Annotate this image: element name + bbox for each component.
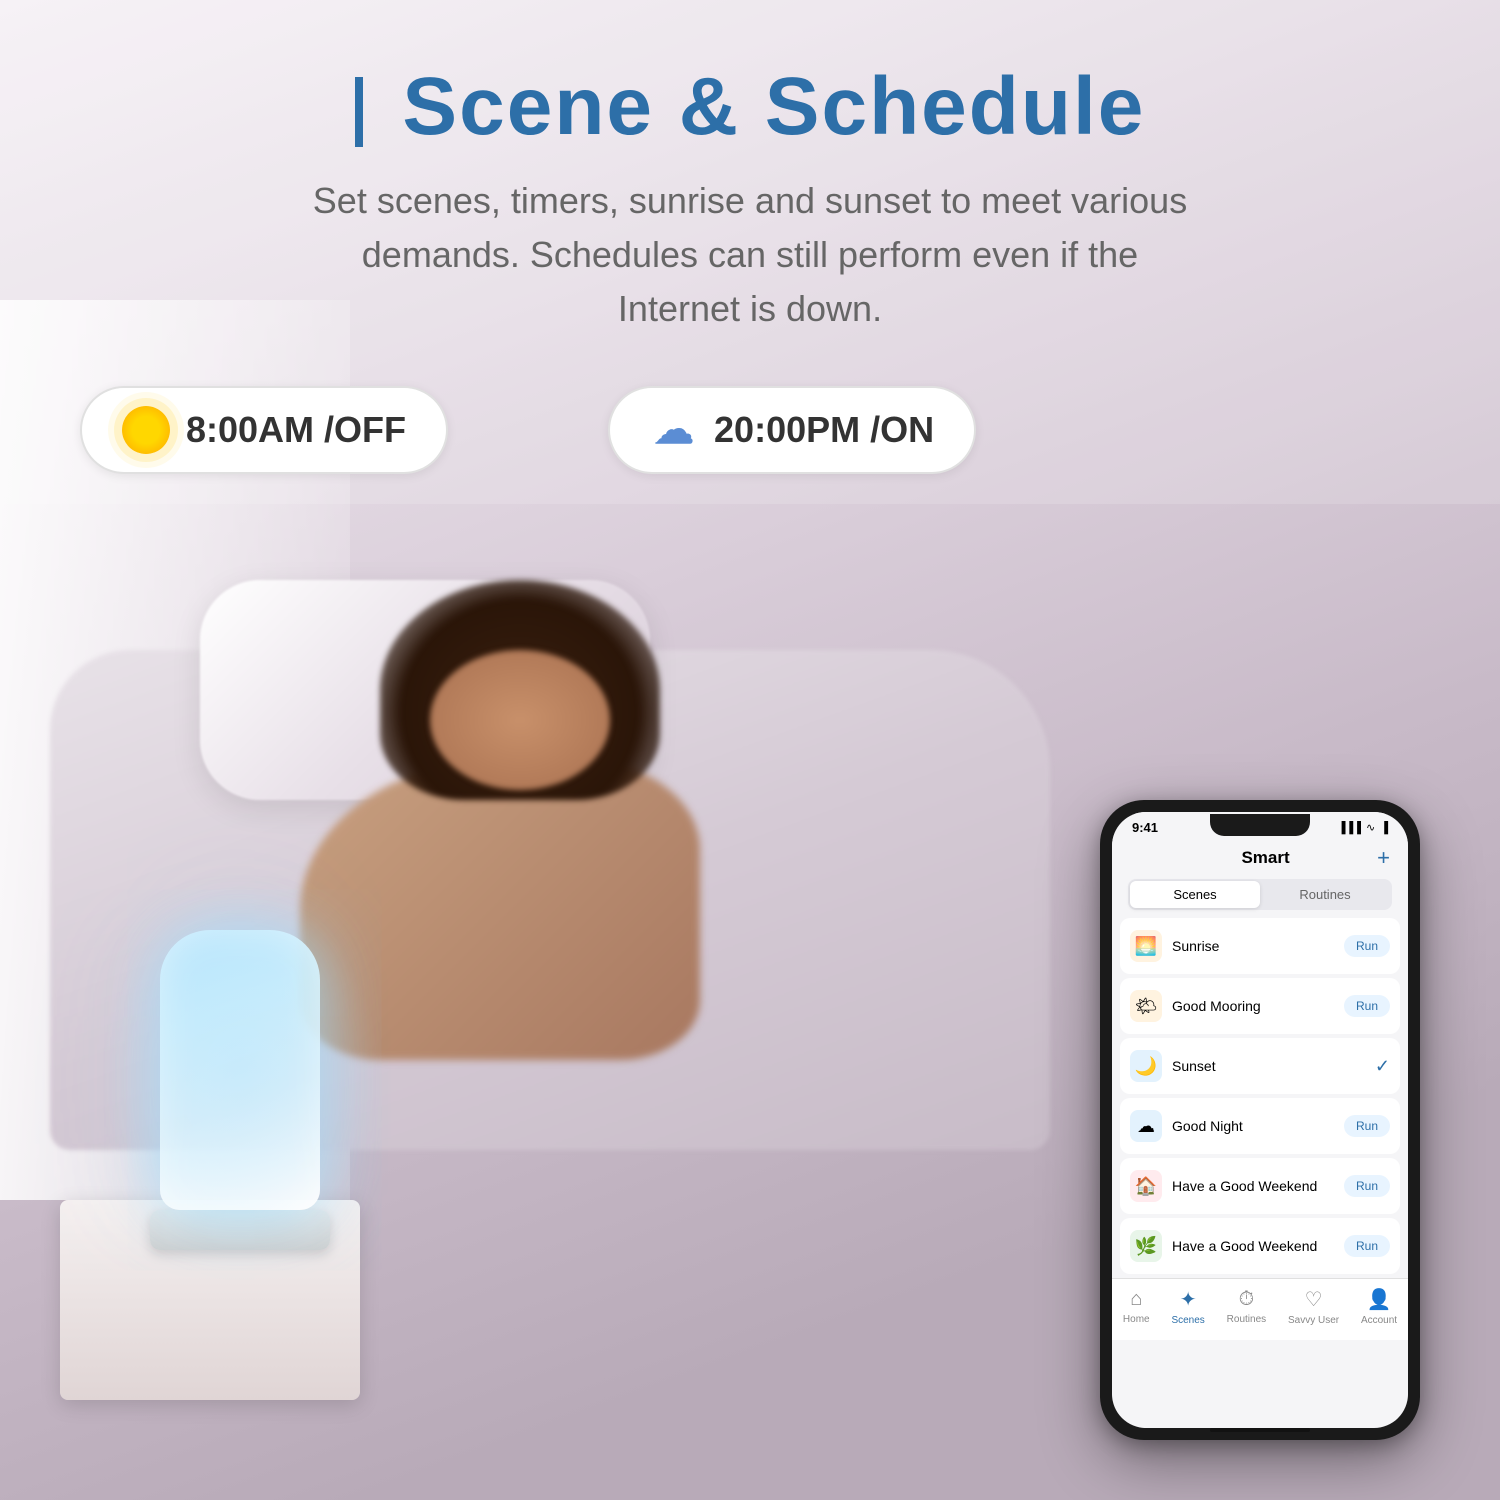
run-button-good-night[interactable]: Run xyxy=(1344,1115,1390,1137)
nav-account[interactable]: 👤 Account xyxy=(1361,1287,1397,1326)
scene-item-good-weekend-1[interactable]: 🏠 Have a Good Weekend Run xyxy=(1120,1158,1400,1214)
app-tabs: Scenes Routines xyxy=(1128,879,1392,910)
nav-routines[interactable]: ⏱ Routines xyxy=(1227,1288,1266,1325)
app-bottom-nav: ⌂ Home ✦ Scenes ⏱ Routines ♡ Savvy User … xyxy=(1112,1278,1408,1340)
schedule-morning-label: 8:00AM /OFF xyxy=(186,409,406,451)
lamp-base xyxy=(150,1210,330,1250)
scene-name-sunrise: Sunrise xyxy=(1172,938,1344,954)
scene-item-good-weekend-2[interactable]: 🌿 Have a Good Weekend Run xyxy=(1120,1218,1400,1274)
tab-scenes[interactable]: Scenes xyxy=(1130,881,1260,908)
phone-container: 9:41 ▐▐▐ ∿ ▐ Smart + Scenes Routines xyxy=(1100,800,1420,1440)
scene-item-good-night[interactable]: ☁ Good Night Run xyxy=(1120,1098,1400,1154)
battery-icon: ▐ xyxy=(1380,822,1388,834)
account-nav-icon: 👤 xyxy=(1367,1287,1392,1312)
tab-routines[interactable]: Routines xyxy=(1260,881,1390,908)
add-button[interactable]: + xyxy=(1377,845,1390,871)
status-time: 9:41 xyxy=(1132,820,1158,835)
home-indicator xyxy=(1210,1428,1310,1432)
scene-name-good-morning: Good Mooring xyxy=(1172,998,1344,1014)
scene-icon-sunset: 🌙 xyxy=(1130,1050,1162,1082)
schedule-badge-evening: ☁ 20:00PM /ON xyxy=(608,386,976,474)
check-icon-sunset: ✓ xyxy=(1375,1056,1390,1077)
smart-lamp xyxy=(160,930,330,1250)
scene-name-good-night: Good Night xyxy=(1172,1118,1344,1134)
routines-nav-icon: ⏱ xyxy=(1239,1288,1255,1311)
scene-icon-good-weekend-2: 🌿 xyxy=(1130,1230,1162,1262)
account-nav-label: Account xyxy=(1361,1315,1397,1326)
scene-name-good-weekend-2: Have a Good Weekend xyxy=(1172,1238,1344,1254)
scenes-nav-label: Scenes xyxy=(1171,1315,1204,1326)
run-button-good-morning[interactable]: Run xyxy=(1344,995,1390,1017)
scene-name-good-weekend-1: Have a Good Weekend xyxy=(1172,1178,1344,1194)
routines-nav-label: Routines xyxy=(1227,1314,1266,1325)
scene-list: 🌅 Sunrise Run 🌤 Good Mooring Run 🌙 Sunse… xyxy=(1112,918,1408,1278)
wifi-icon: ∿ xyxy=(1366,821,1375,834)
app-title: Smart xyxy=(1154,848,1377,868)
lamp-body xyxy=(160,930,320,1210)
schedule-evening-label: 20:00PM /ON xyxy=(714,409,934,451)
nav-scenes[interactable]: ✦ Scenes xyxy=(1171,1287,1204,1326)
scenes-nav-icon: ✦ xyxy=(1180,1287,1197,1312)
signal-icon: ▐▐▐ xyxy=(1338,822,1361,834)
phone-notch xyxy=(1210,814,1310,836)
phone-mockup: 9:41 ▐▐▐ ∿ ▐ Smart + Scenes Routines xyxy=(1100,800,1420,1440)
sun-icon xyxy=(122,406,170,454)
home-nav-icon: ⌂ xyxy=(1130,1288,1142,1311)
page-title: Scene & Schedule xyxy=(80,60,1420,154)
moon-cloud-icon: ☁ xyxy=(650,406,698,454)
scene-icon-good-morning: 🌤 xyxy=(1130,990,1162,1022)
savvy-user-nav-icon: ♡ xyxy=(1305,1287,1323,1312)
app-header: Smart + xyxy=(1112,839,1408,879)
header-section: Scene & Schedule Set scenes, timers, sun… xyxy=(0,0,1500,504)
nav-savvy-user[interactable]: ♡ Savvy User xyxy=(1288,1287,1339,1326)
scene-item-good-morning[interactable]: 🌤 Good Mooring Run xyxy=(1120,978,1400,1034)
nav-home[interactable]: ⌂ Home xyxy=(1123,1288,1150,1325)
run-button-good-weekend-2[interactable]: Run xyxy=(1344,1235,1390,1257)
scene-name-sunset: Sunset xyxy=(1172,1058,1375,1074)
scene-item-sunrise[interactable]: 🌅 Sunrise Run xyxy=(1120,918,1400,974)
schedule-badge-morning: 8:00AM /OFF xyxy=(80,386,448,474)
savvy-user-nav-label: Savvy User xyxy=(1288,1315,1339,1326)
run-button-sunrise[interactable]: Run xyxy=(1344,935,1390,957)
scene-icon-sunrise: 🌅 xyxy=(1130,930,1162,962)
run-button-good-weekend-1[interactable]: Run xyxy=(1344,1175,1390,1197)
home-nav-label: Home xyxy=(1123,1314,1150,1325)
status-icons: ▐▐▐ ∿ ▐ xyxy=(1338,821,1388,834)
scene-icon-good-night: ☁ xyxy=(1130,1110,1162,1142)
phone-screen: 9:41 ▐▐▐ ∿ ▐ Smart + Scenes Routines xyxy=(1112,812,1408,1428)
title-bar xyxy=(355,77,363,147)
scene-icon-good-weekend-1: 🏠 xyxy=(1130,1170,1162,1202)
schedule-badges: 8:00AM /OFF ☁ 20:00PM /ON xyxy=(80,386,1420,474)
subtitle: Set scenes, timers, sunrise and sunset t… xyxy=(300,174,1200,336)
scene-item-sunset[interactable]: 🌙 Sunset ✓ xyxy=(1120,1038,1400,1094)
